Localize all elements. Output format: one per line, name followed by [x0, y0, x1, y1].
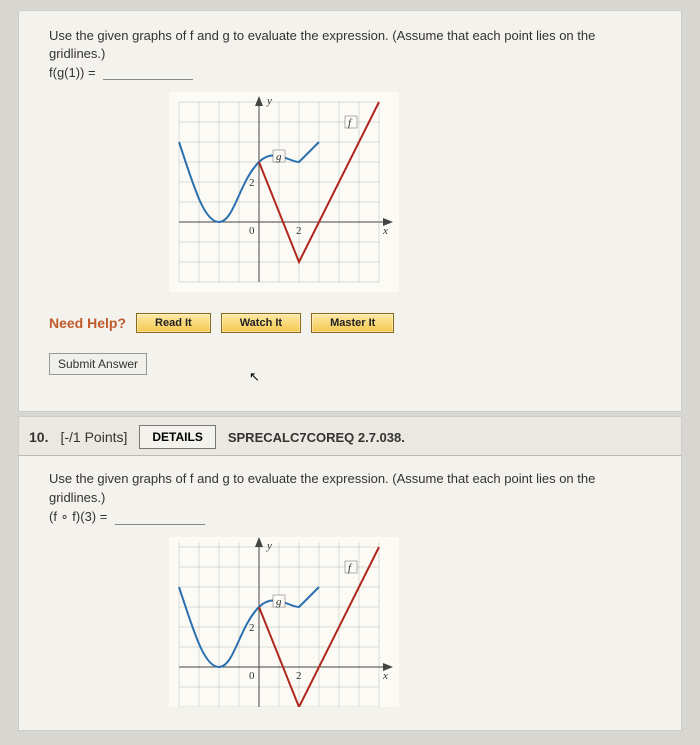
q2-graph: y x 0 2 2 g f: [169, 537, 651, 710]
graph-svg-2: y x 0 2 2 g f: [169, 537, 399, 707]
q2-prompt-text: Use the given graphs of f and g to evalu…: [49, 471, 595, 504]
svg-text:x: x: [382, 225, 388, 237]
submit-answer-button[interactable]: Submit Answer: [49, 353, 147, 375]
svg-text:y: y: [266, 95, 272, 107]
question-1-block: Use the given graphs of f and g to evalu…: [18, 10, 682, 412]
q2-code: SPRECALC7COREQ 2.7.038.: [228, 430, 405, 445]
q2-points: [-/1 Points]: [60, 429, 127, 445]
q2-header: 10. [-/1 Points] DETAILS SPRECALC7COREQ …: [19, 417, 681, 456]
q1-prompt-text: Use the given graphs of f and g to evalu…: [49, 28, 595, 61]
svg-text:g: g: [276, 151, 282, 163]
q2-expression: (f ∘ f)(3) =: [49, 509, 107, 524]
q1-expression: f(g(1)) =: [49, 65, 96, 80]
svg-text:y: y: [266, 540, 272, 552]
q2-number: 10.: [29, 429, 48, 445]
svg-text:0: 0: [249, 225, 255, 237]
q2-answer-input[interactable]: [115, 511, 205, 525]
read-it-button[interactable]: Read It: [136, 313, 211, 333]
svg-text:2: 2: [249, 622, 255, 634]
question-2-block: 10. [-/1 Points] DETAILS SPRECALC7COREQ …: [18, 416, 682, 730]
need-help-label: Need Help?: [49, 315, 126, 331]
svg-text:2: 2: [296, 225, 302, 237]
q1-answer-input[interactable]: [103, 66, 193, 80]
svg-text:2: 2: [249, 177, 255, 189]
q2-expression-line: (f ∘ f)(3) =: [49, 509, 651, 525]
q1-expression-line: f(g(1)) =: [49, 65, 651, 80]
q2-prompt: Use the given graphs of f and g to evalu…: [49, 470, 651, 506]
watch-it-button[interactable]: Watch It: [221, 313, 301, 333]
svg-text:0: 0: [249, 670, 255, 682]
master-it-button[interactable]: Master It: [311, 313, 394, 333]
graph-svg-1: y x 0 2 2 g f: [169, 92, 399, 292]
details-button[interactable]: DETAILS: [139, 425, 215, 449]
svg-text:2: 2: [296, 670, 302, 682]
svg-text:g: g: [276, 596, 282, 608]
q1-prompt: Use the given graphs of f and g to evalu…: [49, 27, 651, 63]
q1-graph: y x 0 2 2 g f: [169, 92, 651, 295]
need-help-row: Need Help? Read It Watch It Master It: [49, 313, 651, 333]
svg-text:x: x: [382, 670, 388, 682]
cursor-icon: ↖: [249, 369, 700, 385]
